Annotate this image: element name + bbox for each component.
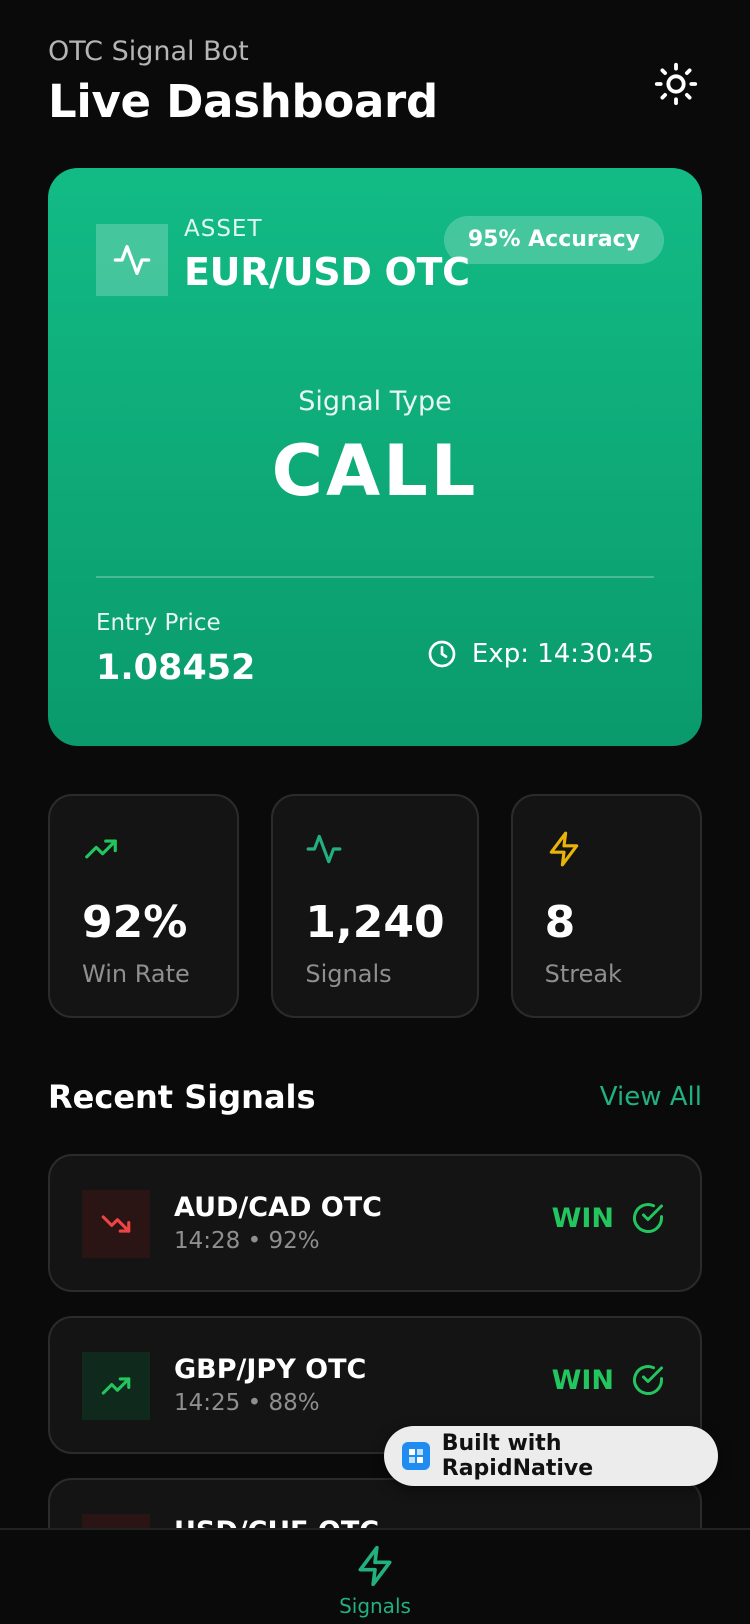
view-all-link[interactable]: View All (600, 1082, 702, 1112)
stat-card-streak[interactable]: 8 Streak (510, 794, 702, 1018)
expiry-text: Exp: 14:30:45 (471, 639, 654, 669)
stat-card-win-rate[interactable]: 92% Win Rate (48, 794, 240, 1018)
trending-up-icon (101, 1377, 131, 1395)
stat-value: 92% (82, 897, 188, 948)
signal-pair: GBP/JPY OTC (174, 1354, 367, 1385)
tab-signals[interactable]: Signals (325, 1544, 425, 1618)
result-text: WIN (551, 1364, 614, 1396)
signal-type-value: CALL (271, 430, 479, 512)
rapidnative-logo-icon (402, 1442, 430, 1470)
page-title: Live Dashboard (48, 75, 438, 128)
asset-label: ASSET (184, 216, 263, 242)
signal-pair: AUD/CAD OTC (174, 1192, 382, 1223)
grid-icon (408, 1449, 423, 1463)
sun-icon (654, 62, 698, 106)
stat-label: Signals (305, 960, 392, 988)
result-text: WIN (551, 1202, 614, 1234)
recent-signals-header: Recent Signals View All (48, 1072, 702, 1122)
section-title: Recent Signals (48, 1078, 316, 1116)
trend-indicator (82, 1352, 150, 1420)
activity-icon (113, 245, 151, 275)
card-divider (96, 576, 654, 578)
tab-label: Signals (339, 1594, 411, 1618)
check-circle-icon (633, 1203, 663, 1233)
trend-indicator (82, 1190, 150, 1258)
signal-type-label: Signal Type (298, 386, 452, 417)
stat-value: 8 (544, 897, 576, 948)
current-signal-card[interactable]: ASSET EUR/USD OTC 95% Accuracy Signal Ty… (48, 168, 702, 746)
zap-icon (358, 1545, 392, 1587)
check-circle-icon (633, 1365, 663, 1395)
theme-toggle-button[interactable] (650, 58, 702, 110)
list-item[interactable]: AUD/CAD OTC 14:28 • 92% WIN (48, 1154, 702, 1292)
signal-pair: USD/CHF OTC (174, 1516, 379, 1528)
clock-icon (428, 640, 456, 668)
entry-price-label: Entry Price (96, 610, 221, 636)
asset-name: EUR/USD OTC (184, 250, 470, 294)
asset-icon-box (96, 224, 168, 296)
built-with-badge[interactable]: Built with RapidNative (384, 1426, 718, 1486)
stat-value: 1,240 (305, 897, 445, 948)
stat-card-signals[interactable]: 1,240 Signals (271, 794, 479, 1018)
built-with-label: Built with RapidNative (441, 1431, 594, 1481)
signal-meta: 14:28 • 92% (174, 1228, 320, 1254)
trending-down-icon (101, 1215, 131, 1233)
app-name: OTC Signal Bot (48, 36, 249, 67)
entry-price-value: 1.08452 (96, 648, 256, 688)
zap-icon (549, 831, 578, 867)
stats-row: 92% Win Rate 1,240 Signals 8 Streak (48, 794, 702, 1018)
activity-icon (306, 834, 342, 864)
stat-label: Streak (544, 960, 622, 988)
signal-result: WIN (552, 1362, 666, 1398)
accuracy-badge: 95% Accuracy (443, 216, 664, 264)
bottom-nav: Signals (0, 1528, 750, 1624)
signal-meta: 14:25 • 88% (174, 1390, 320, 1416)
trend-indicator (82, 1514, 150, 1528)
trending-up-icon (85, 839, 117, 859)
expiry-time: Exp: 14:30:45 (426, 638, 654, 670)
signal-result: WIN (552, 1200, 666, 1236)
stat-label: Win Rate (82, 960, 190, 988)
header: OTC Signal Bot Live Dashboard (48, 34, 702, 134)
